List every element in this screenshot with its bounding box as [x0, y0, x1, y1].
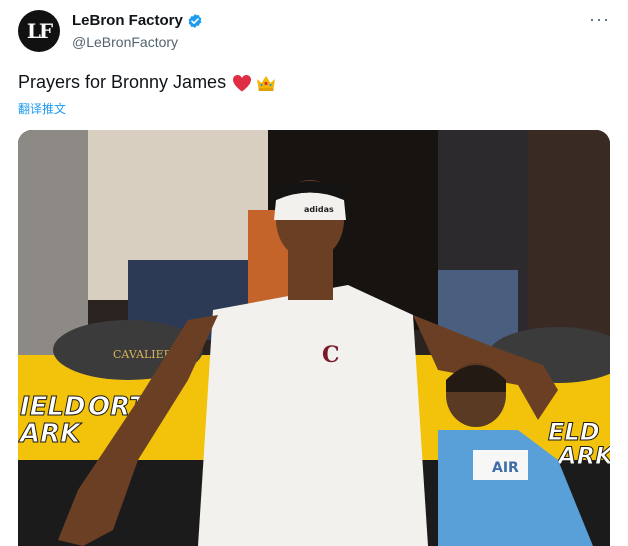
shirt-logo-text: AIR — [492, 460, 519, 476]
translate-tweet-link[interactable]: 翻译推文 — [18, 100, 66, 117]
headband-logo: adidas — [304, 205, 334, 214]
photo-illustration: IELD ARK ORTE ELD ARK CAVALIERS adidas C — [18, 130, 610, 546]
verified-badge-icon — [188, 13, 202, 28]
signage-text-1: IELD — [20, 392, 86, 422]
red-heart-emoji — [233, 74, 252, 91]
signage-text-5: ARK — [556, 442, 610, 470]
user-handle[interactable]: @LeBronFactory — [72, 34, 178, 50]
avatar-logo: LF — [26, 19, 53, 43]
tweet-photo[interactable]: IELD ARK ORTE ELD ARK CAVALIERS adidas C — [18, 130, 610, 546]
tweet-card[interactable]: LF LeBron Factory @LeBronFactory ··· Pra… — [0, 0, 628, 546]
tweet-text: Prayers for Bronny James — [18, 72, 227, 92]
author-name-row: LeBron Factory — [72, 12, 203, 29]
display-name[interactable]: LeBron Factory — [72, 12, 183, 29]
more-icon[interactable]: ··· — [589, 10, 610, 28]
tweet-text-row: Prayers for Bronny James — [18, 72, 277, 93]
avatar[interactable]: LF — [18, 10, 60, 52]
signage-text-2: ARK — [18, 419, 82, 449]
crown-emoji — [257, 75, 276, 91]
jersey-logo: C — [322, 342, 340, 368]
